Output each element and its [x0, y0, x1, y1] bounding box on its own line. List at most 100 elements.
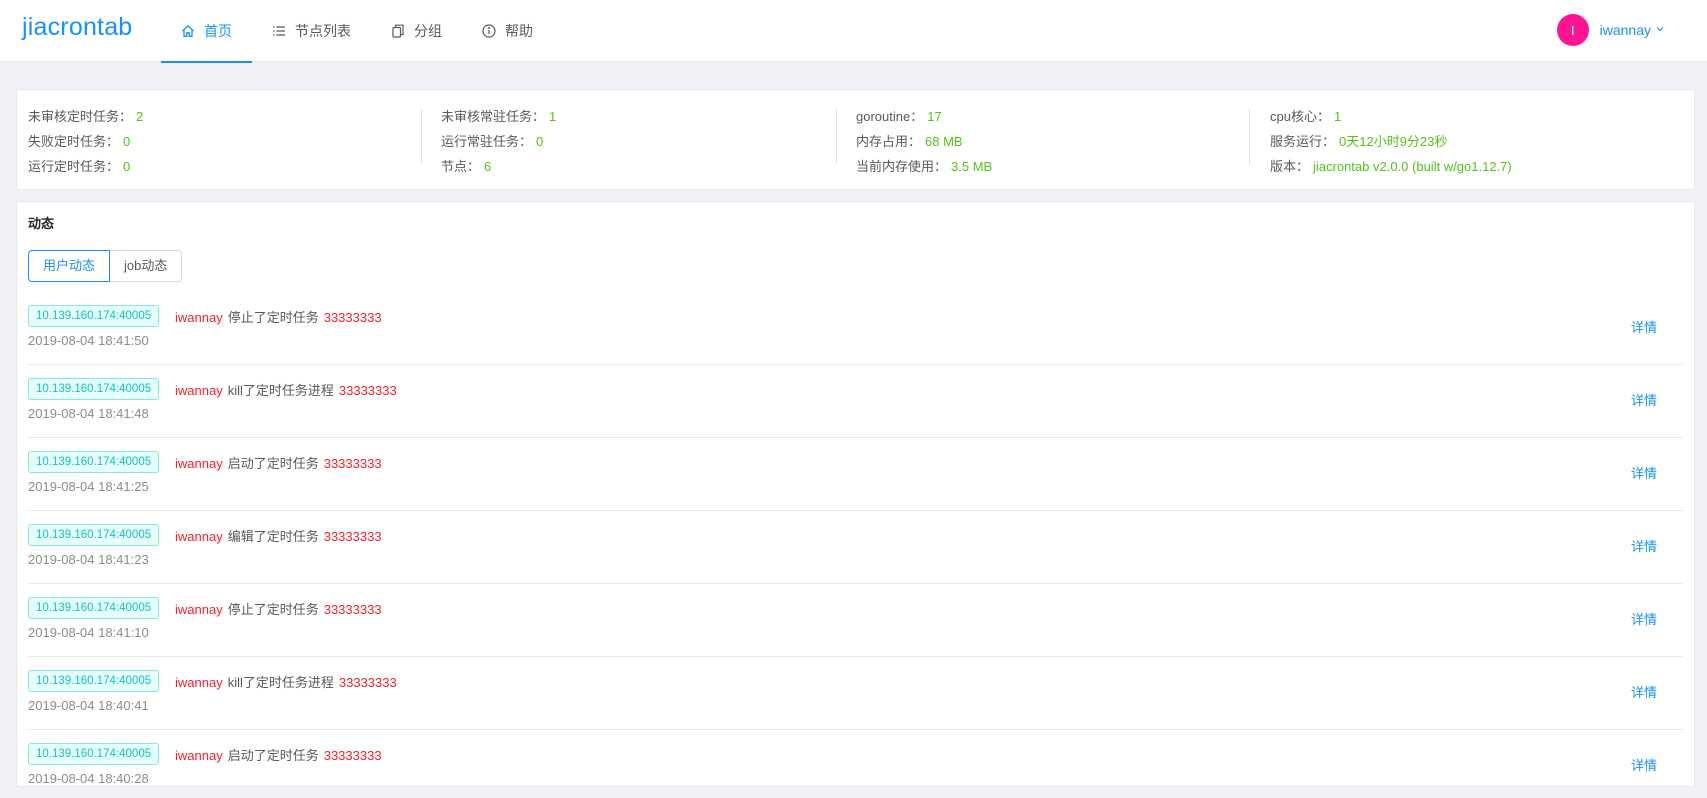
list-item: 10.139.160.174:40005 iwannay 停止了定时任务 33333… [28, 584, 1683, 657]
node-address-tag: 10.139.160.174:40005 [28, 670, 160, 692]
stat-unaudited-cron: 未审核定时任务： 2 [28, 109, 144, 124]
stat-goroutine: goroutine： 17 [856, 109, 942, 124]
activity-text: iwannay 启动了定时任务 33333333 [175, 745, 382, 764]
node-address-tag: 10.139.160.174:40005 [28, 305, 160, 327]
list-item: 10.139.160.174:40005 iwannay kill了定时任务进程 3… [28, 657, 1683, 730]
activity-time: 2019-08-04 18:41:25 [28, 479, 149, 494]
user-name: iwannay [1599, 22, 1651, 38]
nav-item-home[interactable]: 首页 [161, 0, 252, 63]
activity-title: 动态 [28, 216, 55, 231]
activity-time: 2019-08-04 18:41:48 [28, 406, 149, 421]
home-icon [181, 24, 195, 38]
activity-card: 动态 用户动态 job动态 10.139.160.174:40005 iwann… [16, 201, 1695, 787]
activity-job-id: 33333333 [323, 748, 382, 763]
activity-user: iwannay [175, 310, 223, 325]
activity-job-id: 33333333 [323, 602, 382, 617]
main-nav: 首页 节点列表 分组 帮助 [161, 0, 553, 63]
activity-job-id: 33333333 [323, 456, 382, 471]
list-item: 10.139.160.174:40005 iwannay 编辑了定时任务 33333… [28, 511, 1683, 584]
stat-cpu-cores: cpu核心： 1 [1270, 109, 1342, 124]
stat-current-memory: 当前内存使用： 3.5 MB [856, 159, 993, 174]
activity-action: 编辑了定时任务 [227, 529, 319, 544]
stat-failed-cron: 失败定时任务： 0 [28, 134, 131, 149]
activity-time: 2019-08-04 18:40:41 [28, 698, 149, 713]
stat-memory: 内存占用： 68 MB [856, 134, 963, 149]
list-icon [272, 24, 286, 38]
activity-user: iwannay [175, 529, 223, 544]
activity-action: kill了定时任务进程 [227, 383, 334, 398]
activity-tabs: 用户动态 job动态 [28, 250, 183, 282]
stat-divider [1249, 109, 1250, 164]
stat-uptime: 服务运行： 0天12小时9分23秒 [1270, 134, 1448, 149]
list-item: 10.139.160.174:40005 iwannay 启动了定时任务 33333… [28, 438, 1683, 511]
node-address-tag: 10.139.160.174:40005 [28, 378, 160, 400]
activity-user: iwannay [175, 748, 223, 763]
activity-text: iwannay 停止了定时任务 33333333 [175, 599, 382, 618]
nav-label-help: 帮助 [505, 23, 533, 39]
stat-version: 版本： jiacrontab v2.0.0 (built w/go1.12.7) [1270, 159, 1512, 174]
activity-time: 2019-08-04 18:41:10 [28, 625, 149, 640]
stat-unaudited-daemon: 未审核常驻任务： 1 [441, 109, 557, 124]
nav-item-help[interactable]: 帮助 [462, 0, 553, 62]
activity-job-id: 33333333 [338, 675, 397, 690]
stats-column-3: goroutine： 17 内存占用： 68 MB 当前内存使用： 3.5 MB [856, 104, 1236, 179]
tab-user-activity[interactable]: 用户动态 [28, 250, 111, 282]
activity-text: iwannay 停止了定时任务 33333333 [175, 307, 382, 326]
nav-label-home: 首页 [204, 23, 232, 39]
stat-divider [421, 109, 422, 164]
activity-action: 启动了定时任务 [227, 748, 319, 763]
node-address-tag: 10.139.160.174:40005 [28, 524, 160, 546]
activity-user: iwannay [175, 456, 223, 471]
activity-list: 10.139.160.174:40005 iwannay 停止了定时任务 33333… [28, 292, 1683, 786]
stats-column-4: cpu核心： 1 服务运行： 0天12小时9分23秒 版本： jiacrontab v… [1270, 104, 1690, 179]
avatar: I [1556, 14, 1589, 46]
stats-column-1: 未审核定时任务： 2 失败定时任务： 0 运行定时任务： 0 [28, 104, 408, 179]
activity-text: iwannay 编辑了定时任务 33333333 [175, 526, 382, 545]
detail-link[interactable]: 详情 [1631, 609, 1657, 628]
activity-time: 2019-08-04 18:40:28 [28, 771, 149, 786]
stat-running-cron: 运行定时任务： 0 [28, 159, 131, 174]
activity-user: iwannay [175, 383, 223, 398]
stats-column-2: 未审核常驻任务： 1 运行常驻任务： 0 节点： 6 [441, 104, 821, 179]
detail-link[interactable]: 详情 [1631, 682, 1657, 701]
tab-job-activity[interactable]: job动态 [110, 250, 183, 282]
detail-link[interactable]: 详情 [1631, 463, 1657, 482]
activity-time: 2019-08-04 18:41:23 [28, 552, 149, 567]
activity-text: iwannay 启动了定时任务 33333333 [175, 453, 382, 472]
activity-user: iwannay [175, 602, 223, 617]
activity-job-id: 33333333 [323, 310, 382, 325]
stat-divider [836, 109, 837, 164]
detail-link[interactable]: 详情 [1631, 317, 1657, 336]
activity-action: 启动了定时任务 [227, 456, 319, 471]
copy-icon [391, 24, 405, 38]
activity-user: iwannay [175, 675, 223, 690]
activity-job-id: 33333333 [323, 529, 382, 544]
detail-link[interactable]: 详情 [1631, 536, 1657, 555]
top-header: jiacrontab 首页 节点列表 分组 帮助 I iwannay [0, 0, 1707, 63]
activity-action: 停止了定时任务 [227, 602, 319, 617]
node-address-tag: 10.139.160.174:40005 [28, 743, 160, 765]
stats-card: 未审核定时任务： 2 失败定时任务： 0 运行定时任务： 0 未审核常驻任务： 1 运行… [16, 89, 1695, 190]
activity-action: kill了定时任务进程 [227, 675, 334, 690]
node-address-tag: 10.139.160.174:40005 [28, 451, 160, 473]
app-logo[interactable]: jiacrontab [22, 13, 132, 42]
activity-job-id: 33333333 [338, 383, 397, 398]
list-item: 10.139.160.174:40005 iwannay 停止了定时任务 33333… [28, 292, 1683, 365]
nav-item-group[interactable]: 分组 [371, 0, 462, 62]
activity-text: iwannay kill了定时任务进程 33333333 [175, 380, 397, 399]
activity-action: 停止了定时任务 [227, 310, 319, 325]
activity-text: iwannay kill了定时任务进程 33333333 [175, 672, 397, 691]
info-icon [482, 24, 496, 38]
list-item: 10.139.160.174:40005 iwannay 启动了定时任务 33333… [28, 730, 1683, 786]
nav-item-node-list[interactable]: 节点列表 [252, 0, 371, 62]
stat-nodes: 节点： 6 [441, 159, 492, 174]
activity-time: 2019-08-04 18:41:50 [28, 333, 149, 348]
node-address-tag: 10.139.160.174:40005 [28, 597, 160, 619]
detail-link[interactable]: 详情 [1631, 390, 1657, 409]
list-item: 10.139.160.174:40005 iwannay kill了定时任务进程 3… [28, 365, 1683, 438]
chevron-down-icon [1655, 21, 1665, 39]
nav-label-group: 分组 [414, 23, 442, 39]
user-menu[interactable]: I iwannay [1556, 14, 1665, 46]
stat-running-daemon: 运行常驻任务： 0 [441, 134, 544, 149]
detail-link[interactable]: 详情 [1631, 755, 1657, 774]
